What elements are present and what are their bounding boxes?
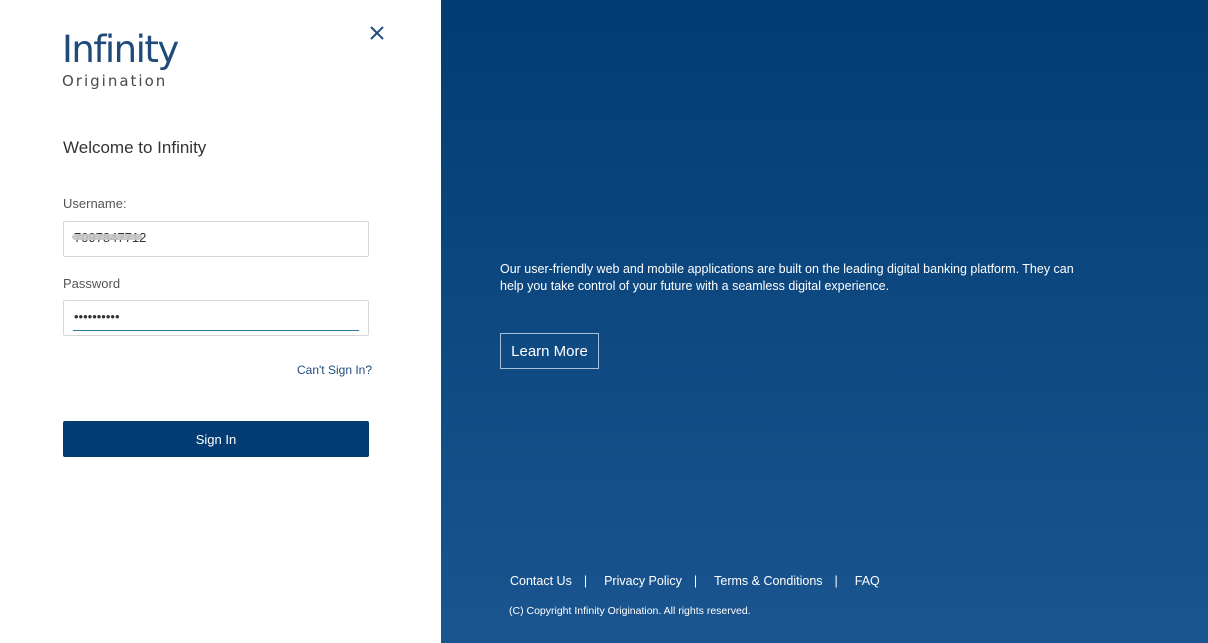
sign-in-button[interactable]: Sign In — [63, 421, 369, 457]
footer-link-contact-us[interactable]: Contact Us — [510, 574, 572, 588]
logo-main-text: Infinity — [62, 28, 179, 71]
learn-more-button[interactable]: Learn More — [500, 333, 599, 369]
password-label: Password — [63, 276, 121, 291]
logo-sub-text: Origination — [62, 72, 168, 90]
footer-separator: | — [693, 574, 698, 588]
redaction-mark — [72, 234, 142, 240]
welcome-heading: Welcome to Infinity — [63, 138, 207, 157]
footer-link-faq[interactable]: FAQ — [855, 574, 880, 588]
infinity-origination-logo: Infinity Origination — [62, 28, 179, 91]
username-field[interactable] — [63, 221, 369, 257]
close-icon[interactable] — [366, 22, 388, 44]
promo-panel: Our user-friendly web and mobile applica… — [441, 0, 1208, 643]
footer-link-privacy-policy[interactable]: Privacy Policy — [604, 574, 682, 588]
password-field[interactable] — [63, 300, 369, 336]
password-input[interactable] — [74, 309, 359, 324]
footer-separator: | — [583, 574, 588, 588]
footer-separator: | — [834, 574, 838, 588]
promo-tagline: Our user-friendly web and mobile applica… — [500, 262, 1074, 293]
username-label: Username: — [63, 196, 127, 211]
footer-link-terms-conditions[interactable]: Terms & Conditions — [714, 574, 822, 588]
cant-sign-in-link[interactable]: Can't Sign In? — [297, 363, 372, 377]
login-panel: Infinity Origination Welcome to Infinity… — [0, 0, 441, 643]
copyright-text: (C) Copyright Infinity Origination. All … — [509, 605, 751, 617]
password-focus-underline — [73, 330, 359, 331]
footer-links: Contact Us | Privacy Policy | Terms & Co… — [510, 574, 880, 588]
